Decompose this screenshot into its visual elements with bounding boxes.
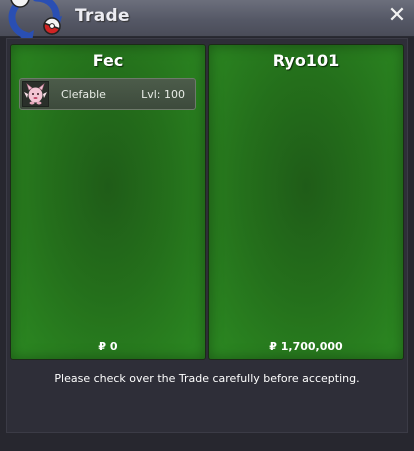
trade-window: Trade ✕ Fec Clefable Lvl: 100 ₽ 0 Ryo101… [0, 0, 414, 451]
item-name: Clefable [61, 88, 106, 101]
trade-arrows-pokeball-icon [8, 0, 62, 40]
offer-item-clefable[interactable]: Clefable Lvl: 100 [19, 78, 196, 110]
trade-warning-note: Please check over the Trade carefully be… [54, 372, 360, 385]
partner-money-offer: ₽ 1,700,000 [269, 340, 343, 353]
close-icon[interactable]: ✕ [386, 4, 408, 28]
partner-offer-panel: Ryo101 ₽ 1,700,000 [208, 44, 404, 360]
my-money-offer: ₽ 0 [98, 340, 118, 353]
window-title: Trade [75, 6, 130, 26]
my-player-name: Fec [92, 51, 124, 70]
partner-player-name: Ryo101 [272, 51, 340, 70]
clefable-sprite-icon [22, 81, 49, 107]
item-level: Lvl: 100 [141, 88, 185, 101]
my-offer-panel: Fec Clefable Lvl: 100 ₽ 0 [10, 44, 206, 360]
